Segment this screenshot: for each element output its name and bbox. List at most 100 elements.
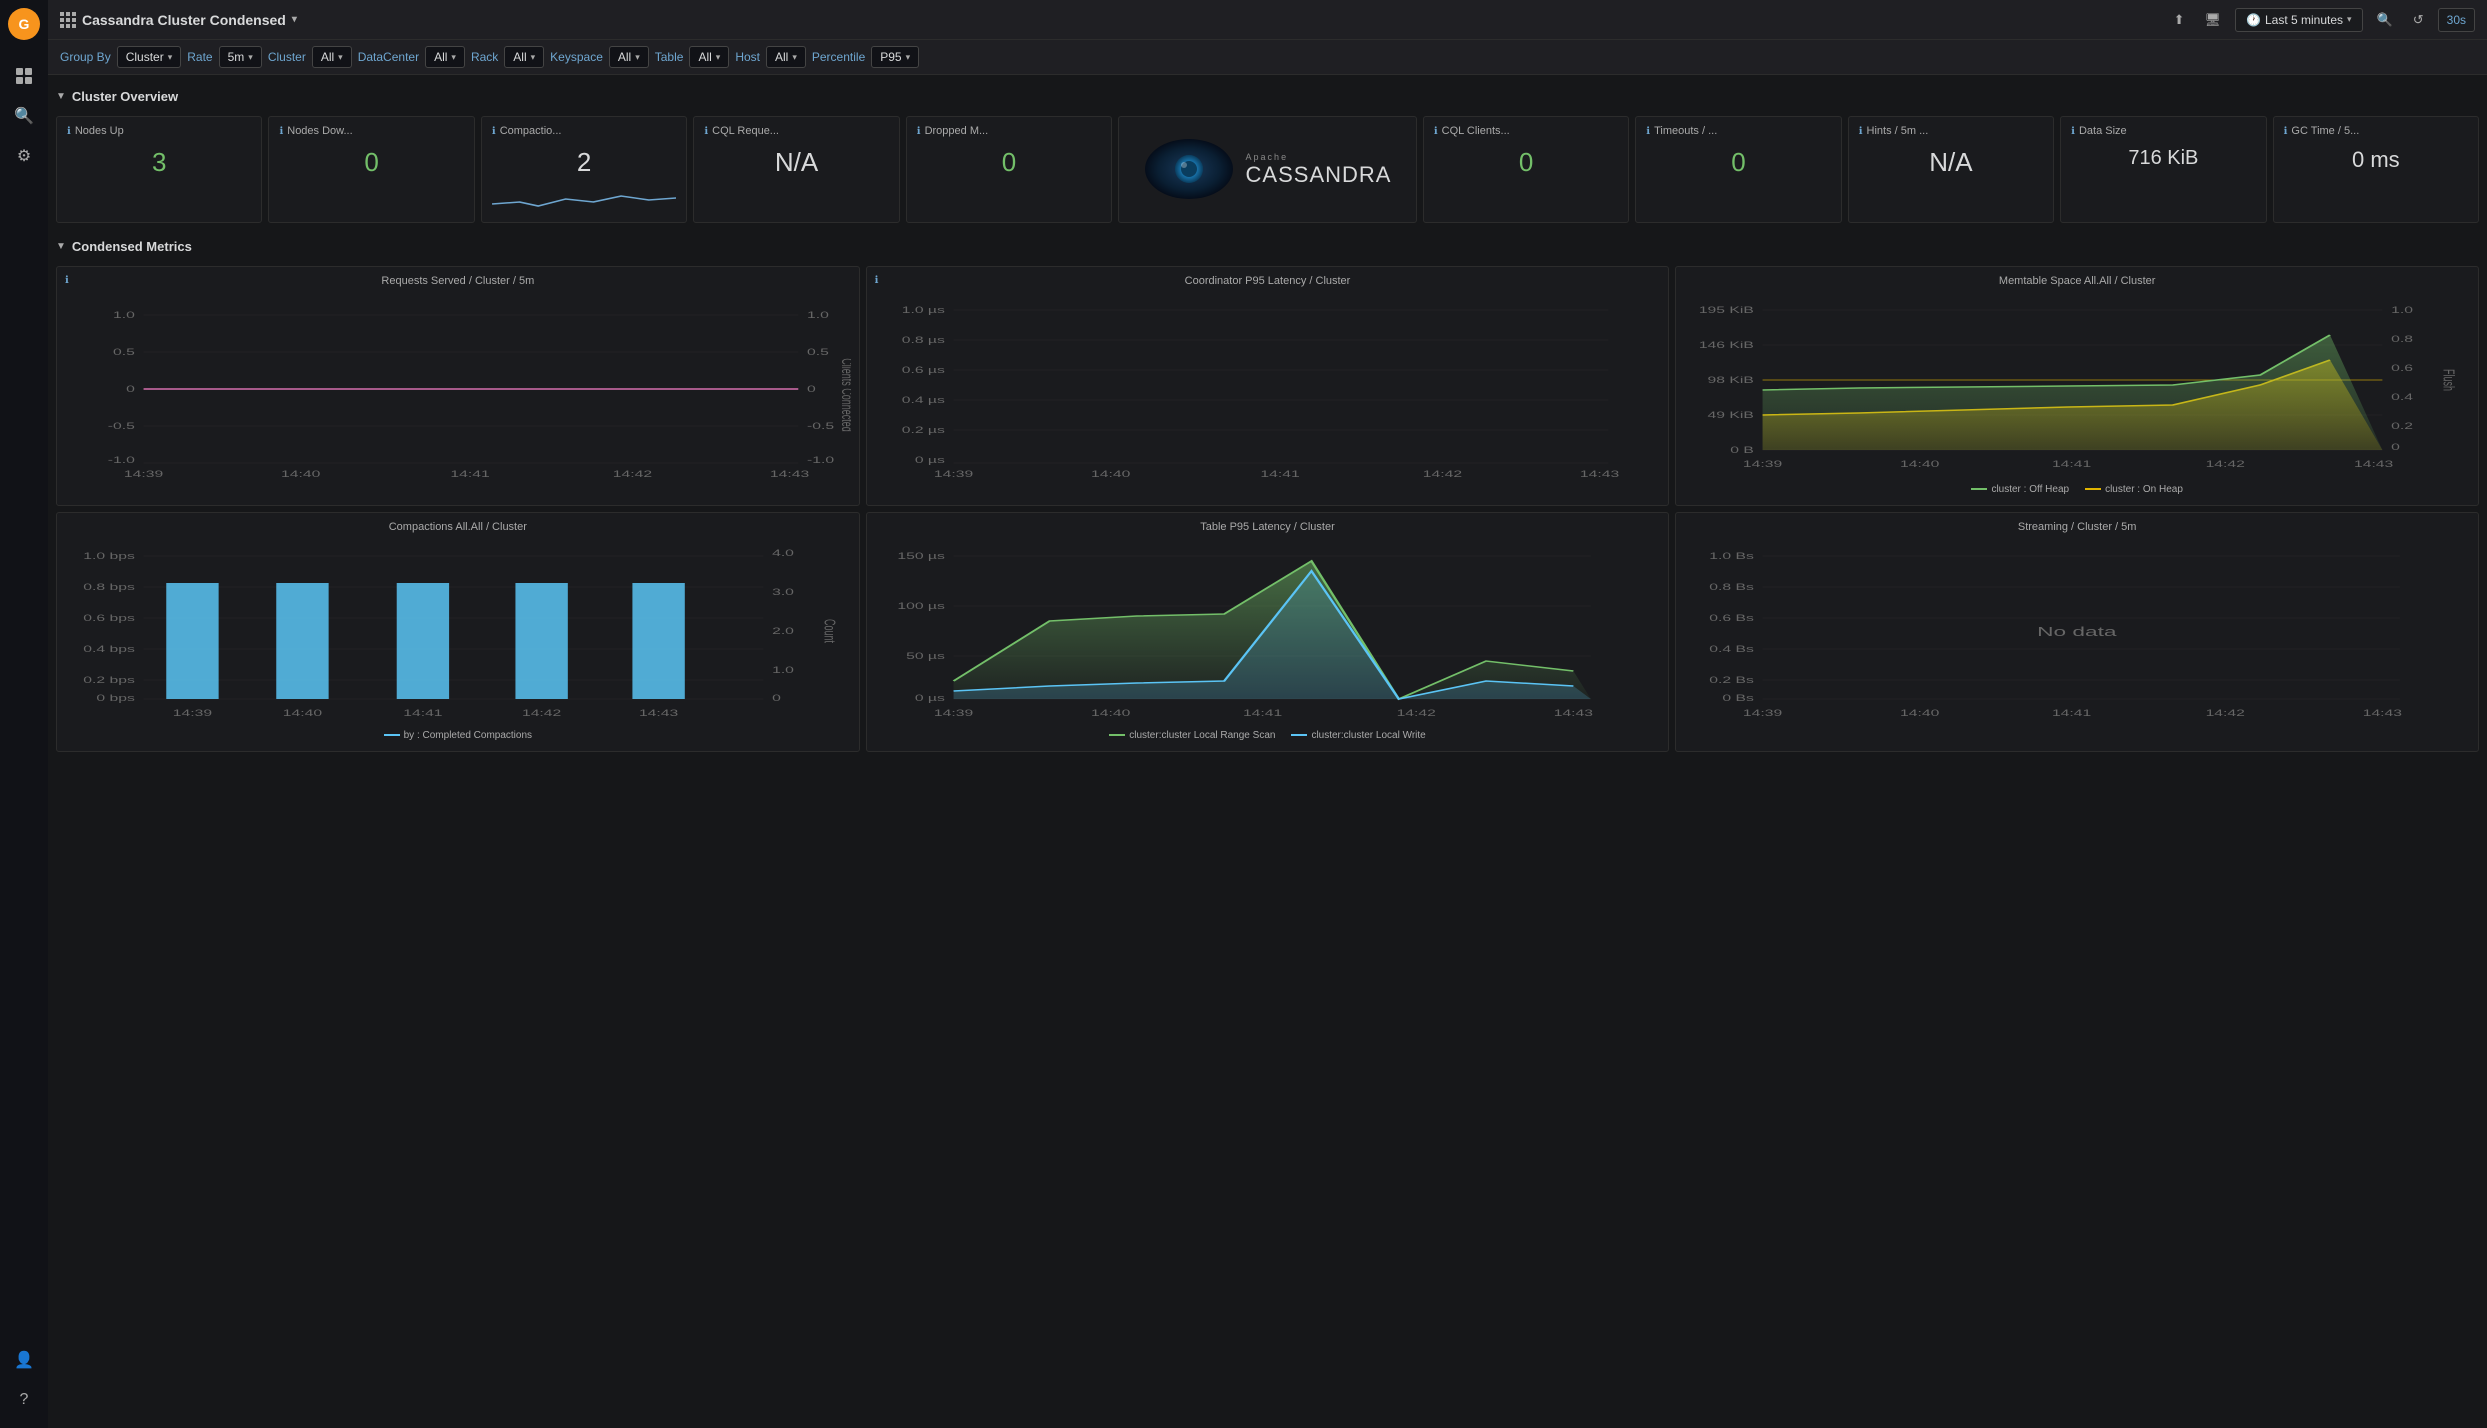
requests-served-panel: ℹ Requests Served / Cluster / 5m 1.0 0.5… xyxy=(56,266,860,506)
cluster-dropdown[interactable]: All ▾ xyxy=(312,46,352,68)
chevron-down-icon: ▾ xyxy=(338,52,343,63)
rate-label: Rate xyxy=(187,50,212,64)
dashboard-grid-icon xyxy=(60,12,76,28)
grafana-logo[interactable]: G xyxy=(8,8,40,40)
tv-mode-button[interactable]: 🖥 xyxy=(2199,8,2228,32)
svg-text:4.0: 4.0 xyxy=(772,548,794,559)
info-icon[interactable]: ℹ xyxy=(67,126,71,137)
memtable-space-chart: 195 KiB 146 KiB 98 KiB 49 KiB 0 B 1.0 0.… xyxy=(1684,295,2470,480)
gc-time-title: GC Time / 5... xyxy=(2291,125,2359,137)
chevron-down-icon: ▾ xyxy=(168,52,173,63)
svg-text:G: G xyxy=(19,16,30,32)
compactions-legend: by : Completed Compactions xyxy=(65,730,851,741)
info-icon[interactable]: ℹ xyxy=(2284,126,2288,137)
svg-text:14:42: 14:42 xyxy=(1396,708,1435,719)
datacenter-dropdown[interactable]: All ▾ xyxy=(425,46,465,68)
svg-text:14:41: 14:41 xyxy=(450,469,489,480)
table-latency-panel: Table P95 Latency / Cluster xyxy=(866,512,1670,752)
search-button[interactable]: 🔍 xyxy=(2371,8,2399,32)
groupby-dropdown[interactable]: Cluster ▾ xyxy=(117,46,182,68)
gc-time-value: 0 ms xyxy=(2284,141,2468,179)
chevron-down-icon: ▾ xyxy=(906,52,911,63)
svg-text:No data: No data xyxy=(2037,624,2117,639)
svg-text:0.6 bps: 0.6 bps xyxy=(83,613,135,624)
svg-text:14:39: 14:39 xyxy=(934,469,973,480)
topbar-right: ⬆ 🖥 🕐 Last 5 minutes ▾ 🔍 ↺ 30s xyxy=(2168,8,2475,32)
topbar-left: Cassandra Cluster Condensed ▾ xyxy=(60,12,297,28)
timeouts-value: 0 xyxy=(1646,141,1830,184)
collapse-icon[interactable]: ▼ xyxy=(56,91,66,102)
memtable-space-panel: Memtable Space All.All / Cluster xyxy=(1675,266,2479,506)
info-icon[interactable]: ℹ xyxy=(2071,126,2075,137)
svg-text:14:39: 14:39 xyxy=(124,469,163,480)
info-icon[interactable]: ℹ xyxy=(1434,126,1438,137)
signin-icon[interactable]: 👤 xyxy=(8,1344,40,1376)
svg-text:50 µs: 50 µs xyxy=(906,651,945,662)
table-dropdown[interactable]: All ▾ xyxy=(689,46,729,68)
nodes-down-card: ℹ Nodes Dow... 0 xyxy=(268,116,474,223)
info-icon[interactable]: ℹ xyxy=(875,275,879,286)
streaming-chart: 1.0 Bs 0.8 Bs 0.6 Bs 0.4 Bs 0.2 Bs 0 Bs … xyxy=(1684,541,2470,726)
svg-text:14:39: 14:39 xyxy=(1743,459,1782,470)
requests-served-chart: 1.0 0.5 0 -0.5 -1.0 1.0 0.5 0 -0.5 -1.0 xyxy=(65,295,851,480)
cql-requests-title: CQL Reque... xyxy=(712,125,779,137)
time-range-picker[interactable]: 🕐 Last 5 minutes ▾ xyxy=(2235,8,2363,32)
dashboard-icon[interactable] xyxy=(8,60,40,92)
svg-text:0.5: 0.5 xyxy=(113,347,135,358)
info-icon[interactable]: ℹ xyxy=(704,126,708,137)
sidebar: G 🔍 ⚙ 👤 ? xyxy=(0,0,48,1428)
info-icon[interactable]: ℹ xyxy=(279,126,283,137)
svg-text:0.8: 0.8 xyxy=(2391,334,2413,345)
settings-icon[interactable]: ⚙ xyxy=(8,140,40,172)
svg-text:98 KiB: 98 KiB xyxy=(1708,375,1754,386)
cassandra-logo-card: Apache CASSANDRA xyxy=(1118,116,1417,223)
svg-text:1.0 Bs: 1.0 Bs xyxy=(1710,551,1755,562)
compactions-sparkline xyxy=(492,184,676,214)
info-icon[interactable]: ℹ xyxy=(917,126,921,137)
host-label: Host xyxy=(735,50,760,64)
percentile-dropdown[interactable]: P95 ▾ xyxy=(871,46,919,68)
info-icon[interactable]: ℹ xyxy=(65,275,69,286)
chevron-down-icon: ▾ xyxy=(792,52,797,63)
table-label: Table xyxy=(655,50,684,64)
collapse-icon[interactable]: ▼ xyxy=(56,241,66,252)
info-icon[interactable]: ℹ xyxy=(1646,126,1650,137)
svg-text:0: 0 xyxy=(126,384,135,395)
host-dropdown[interactable]: All ▾ xyxy=(766,46,806,68)
svg-text:1.0: 1.0 xyxy=(807,310,829,321)
dashboard-title: Cassandra Cluster Condensed ▾ xyxy=(60,12,297,28)
svg-text:0: 0 xyxy=(2391,442,2400,453)
rate-dropdown[interactable]: 5m ▾ xyxy=(219,46,262,68)
clock-icon: 🕐 xyxy=(2246,13,2261,27)
svg-text:0.4 µs: 0.4 µs xyxy=(901,395,944,406)
coordinator-latency-title: Coordinator P95 Latency / Cluster xyxy=(875,275,1661,287)
svg-text:2.0: 2.0 xyxy=(772,626,794,637)
share-button[interactable]: ⬆ xyxy=(2168,8,2191,32)
search-icon[interactable]: 🔍 xyxy=(8,100,40,132)
condensed-metrics-header: ▼ Condensed Metrics xyxy=(56,233,2479,260)
svg-text:14:42: 14:42 xyxy=(2206,708,2245,719)
nodes-down-value: 0 xyxy=(279,141,463,184)
chevron-down-icon: ▾ xyxy=(451,52,456,63)
cassandra-logo: Apache CASSANDRA xyxy=(1144,137,1392,202)
data-size-card: ℹ Data Size 716 KiB xyxy=(2060,116,2266,223)
help-icon[interactable]: ? xyxy=(8,1384,40,1416)
rack-dropdown[interactable]: All ▾ xyxy=(504,46,544,68)
info-icon[interactable]: ℹ xyxy=(1859,126,1863,137)
svg-text:14:39: 14:39 xyxy=(173,708,212,719)
svg-text:0.8 µs: 0.8 µs xyxy=(901,335,944,346)
svg-text:14:42: 14:42 xyxy=(1422,469,1461,480)
timeouts-card: ℹ Timeouts / ... 0 xyxy=(1635,116,1841,223)
requests-served-title: Requests Served / Cluster / 5m xyxy=(65,275,851,287)
svg-text:0.2 µs: 0.2 µs xyxy=(901,425,944,436)
svg-text:-0.5: -0.5 xyxy=(108,421,135,432)
dropped-messages-title: Dropped M... xyxy=(925,125,989,137)
keyspace-dropdown[interactable]: All ▾ xyxy=(609,46,649,68)
svg-text:Clients Connected: Clients Connected xyxy=(838,358,850,432)
dropped-messages-card: ℹ Dropped M... 0 xyxy=(906,116,1112,223)
data-size-value: 716 KiB xyxy=(2071,141,2255,176)
svg-text:14:42: 14:42 xyxy=(522,708,561,719)
percentile-label: Percentile xyxy=(812,50,865,64)
refresh-button[interactable]: ↺ xyxy=(2407,8,2430,32)
info-icon[interactable]: ℹ xyxy=(492,126,496,137)
